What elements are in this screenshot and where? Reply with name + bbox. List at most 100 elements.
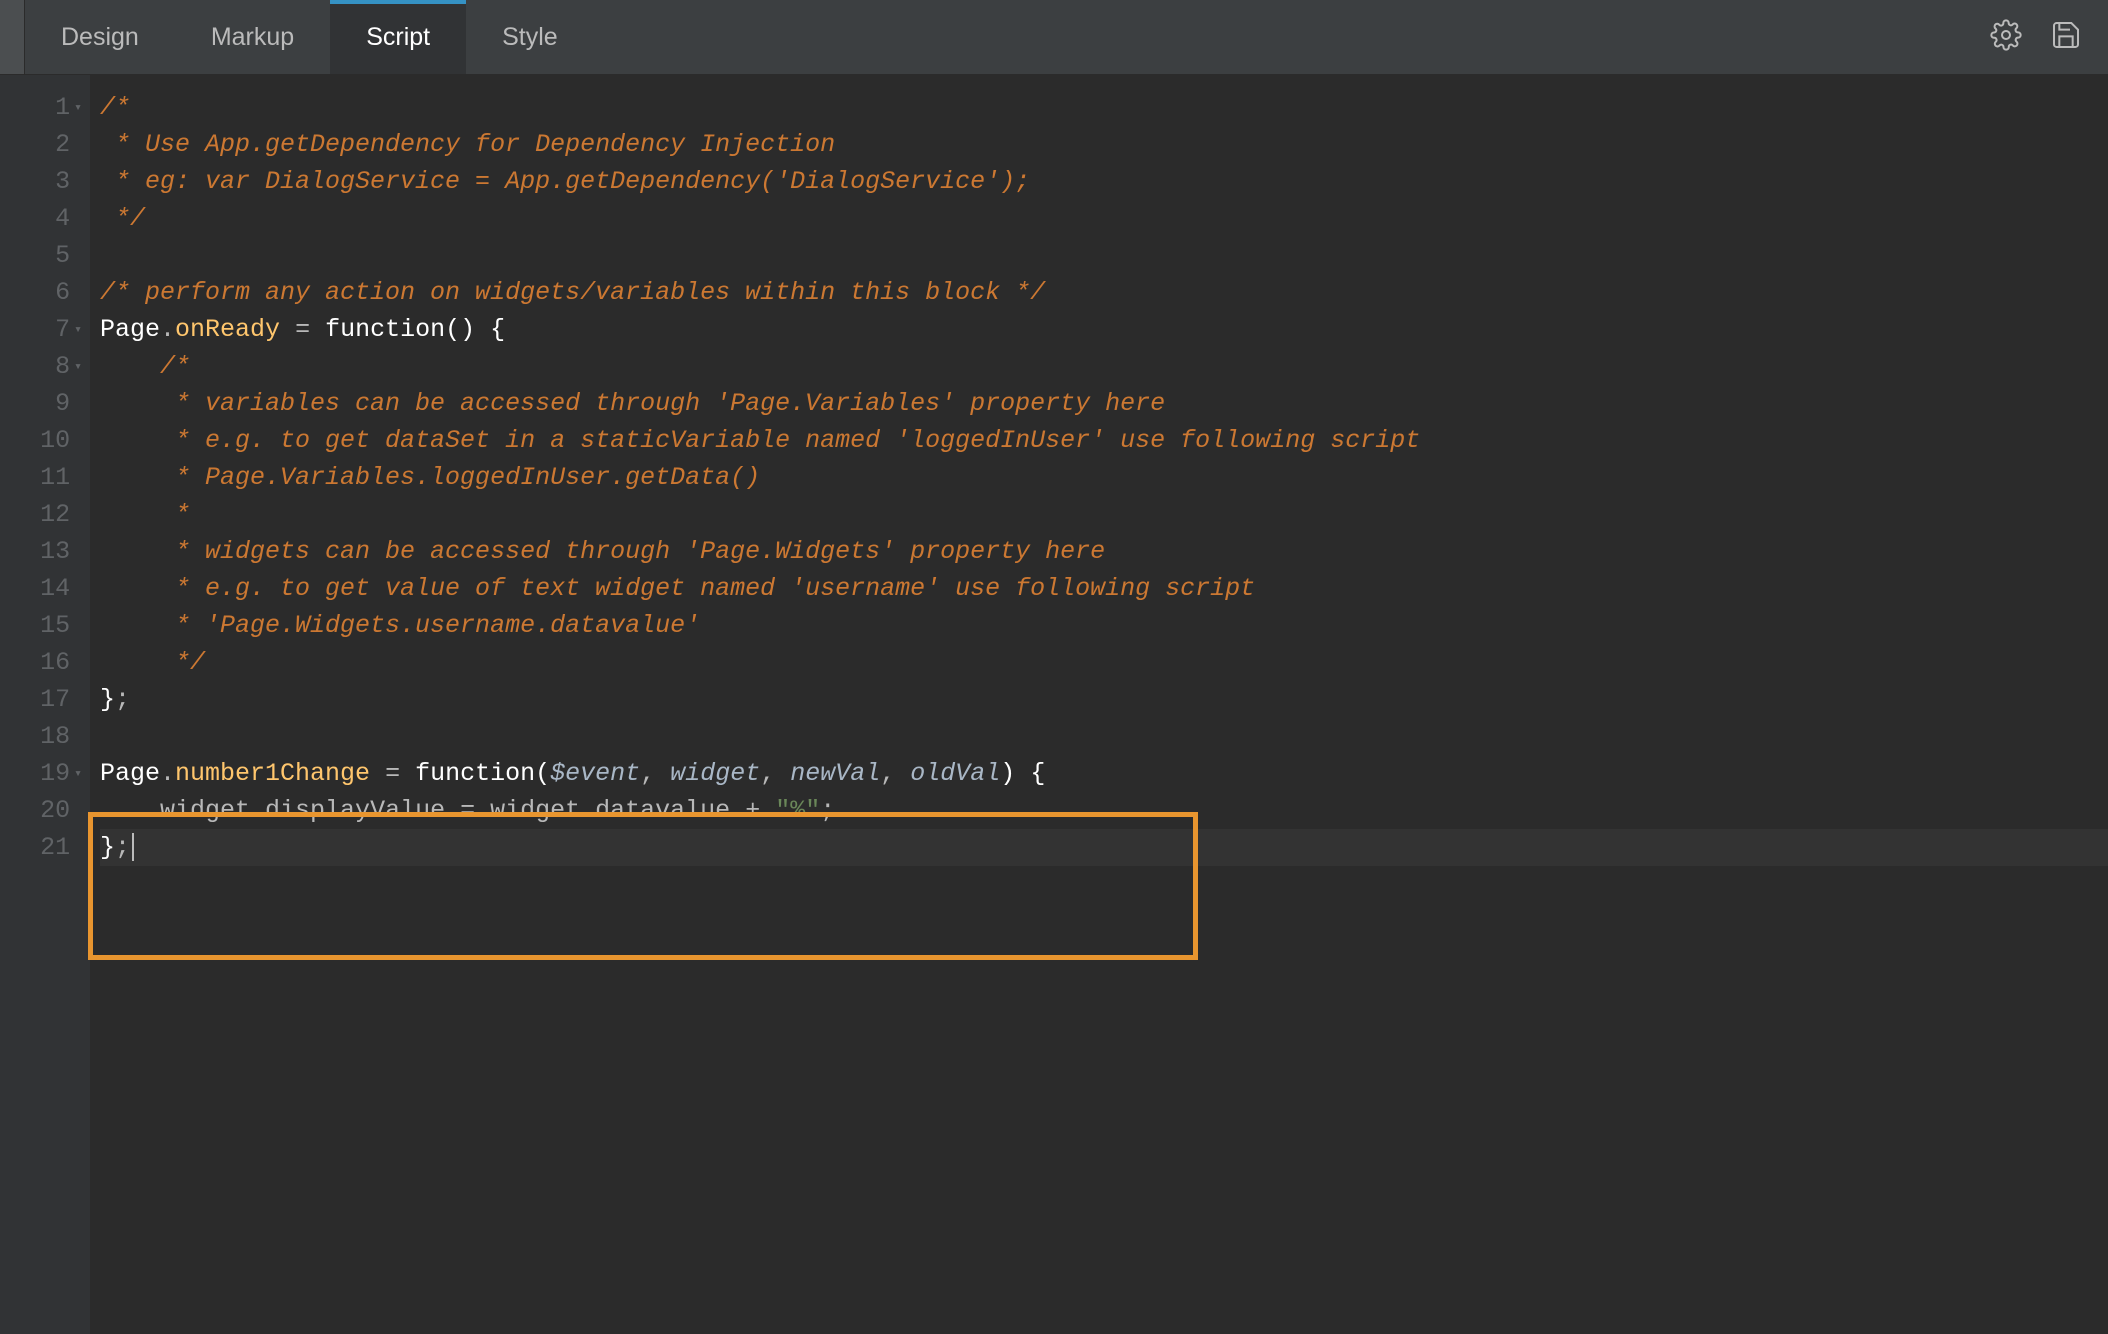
line-number: 17 xyxy=(40,681,70,718)
line-number: 9 xyxy=(55,385,70,422)
code-text: /* perform any action on widgets/variabl… xyxy=(100,278,1045,307)
code-text: "%" xyxy=(775,796,820,825)
code-text: Page xyxy=(100,315,160,344)
code-text: * xyxy=(100,500,190,529)
code-text: } xyxy=(100,685,115,714)
code-text: function xyxy=(415,759,535,788)
gutter-line[interactable]: 18▾ xyxy=(0,718,90,755)
code-line: * Use App.getDependency for Dependency I… xyxy=(100,126,2108,163)
gutter-line[interactable]: 5▾ xyxy=(0,237,90,274)
code-text: datavalue xyxy=(595,796,730,825)
toolbar-left-stub[interactable] xyxy=(0,0,25,74)
code-text: number1Change xyxy=(175,759,370,788)
code-text: ; xyxy=(820,796,835,825)
save-icon xyxy=(2050,19,2082,56)
code-line: * Page.Variables.loggedInUser.getData() xyxy=(100,459,2108,496)
code-text: . xyxy=(580,796,595,825)
tab-design[interactable]: Design xyxy=(25,0,175,74)
gutter-line[interactable]: 2▾ xyxy=(0,126,90,163)
gutter-line[interactable]: 17▾ xyxy=(0,681,90,718)
code-line: * variables can be accessed through 'Pag… xyxy=(100,385,2108,422)
gutter-line[interactable]: 11▾ xyxy=(0,459,90,496)
gutter-line[interactable]: 16▾ xyxy=(0,644,90,681)
fold-icon[interactable]: ▾ xyxy=(74,323,82,336)
code-text xyxy=(100,796,160,825)
gutter-line[interactable]: 14▾ xyxy=(0,570,90,607)
code-text: , xyxy=(640,759,670,788)
code-text: displayValue xyxy=(265,796,445,825)
save-button[interactable] xyxy=(2048,19,2084,55)
code-text: * Page.Variables.loggedInUser.getData() xyxy=(100,463,760,492)
code-text: ( xyxy=(535,759,550,788)
fold-icon[interactable]: ▾ xyxy=(74,360,82,373)
gutter-line[interactable]: 19▾ xyxy=(0,755,90,792)
tab-script-label: Script xyxy=(366,23,430,52)
fold-icon[interactable]: ▾ xyxy=(74,101,82,114)
code-line: Page.number1Change = function($event, wi… xyxy=(100,755,2108,792)
gutter-line[interactable]: 1▾ xyxy=(0,89,90,126)
line-number: 21 xyxy=(40,829,70,866)
code-text: { xyxy=(490,315,505,344)
gutter-line[interactable]: 6▾ xyxy=(0,274,90,311)
gutter-line[interactable]: 3▾ xyxy=(0,163,90,200)
tab-style[interactable]: Style xyxy=(466,0,594,74)
toolbar: Design Markup Script Style xyxy=(0,0,2108,75)
line-number: 7 xyxy=(55,311,70,348)
gutter-line[interactable]: 4▾ xyxy=(0,200,90,237)
code-text: oldVal xyxy=(910,759,1000,788)
code-text xyxy=(730,796,745,825)
code-text: . xyxy=(250,796,265,825)
line-number: 14 xyxy=(40,570,70,607)
gutter-line[interactable]: 9▾ xyxy=(0,385,90,422)
code-line: * eg: var DialogService = App.getDepende… xyxy=(100,163,2108,200)
gutter-line[interactable]: 15▾ xyxy=(0,607,90,644)
gutter: 1▾ 2▾ 3▾ 4▾ 5▾ 6▾ 7▾ 8▾ 9▾ 10▾ 11▾ 12▾ 1… xyxy=(0,75,90,1334)
line-number: 2 xyxy=(55,126,70,163)
code-text: $event xyxy=(550,759,640,788)
code-area[interactable]: /* * Use App.getDependency for Dependenc… xyxy=(90,75,2108,1334)
line-number: 13 xyxy=(40,533,70,570)
settings-button[interactable] xyxy=(1988,19,2024,55)
code-text: } xyxy=(100,833,115,862)
code-text: * e.g. to get dataSet in a staticVariabl… xyxy=(100,426,1420,455)
line-number: 1 xyxy=(55,89,70,126)
code-text: + xyxy=(745,796,760,825)
cursor xyxy=(132,833,134,861)
gutter-line[interactable]: 13▾ xyxy=(0,533,90,570)
tab-style-label: Style xyxy=(502,23,558,52)
code-line xyxy=(100,718,2108,755)
tab-markup[interactable]: Markup xyxy=(175,0,330,74)
code-text: */ xyxy=(100,204,145,233)
code-text: () xyxy=(445,315,475,344)
gutter-line[interactable]: 8▾ xyxy=(0,348,90,385)
tab-script[interactable]: Script xyxy=(330,0,466,74)
line-number: 10 xyxy=(40,422,70,459)
code-line: * widgets can be accessed through 'Page.… xyxy=(100,533,2108,570)
line-number: 4 xyxy=(55,200,70,237)
gutter-line[interactable]: 7▾ xyxy=(0,311,90,348)
code-text: = xyxy=(295,315,310,344)
code-line: }; xyxy=(100,681,2108,718)
line-number: 12 xyxy=(40,496,70,533)
gutter-line[interactable]: 10▾ xyxy=(0,422,90,459)
code-line: * xyxy=(100,496,2108,533)
code-text: { xyxy=(1030,759,1045,788)
code-text: /* xyxy=(100,93,130,122)
line-number: 11 xyxy=(40,459,70,496)
code-line: */ xyxy=(100,644,2108,681)
code-line xyxy=(100,237,2108,274)
gutter-line[interactable]: 21▾ xyxy=(0,829,90,866)
line-number: 5 xyxy=(55,237,70,274)
line-number: 6 xyxy=(55,274,70,311)
fold-icon[interactable]: ▾ xyxy=(74,767,82,780)
code-text xyxy=(280,315,295,344)
code-text xyxy=(310,315,325,344)
gutter-line[interactable]: 12▾ xyxy=(0,496,90,533)
code-text: function xyxy=(325,315,445,344)
tab-design-label: Design xyxy=(61,23,139,52)
code-line: */ xyxy=(100,200,2108,237)
code-line: Page.onReady = function() { xyxy=(100,311,2108,348)
code-text: . xyxy=(160,315,175,344)
gutter-line[interactable]: 20▾ xyxy=(0,792,90,829)
code-line: /* xyxy=(100,89,2108,126)
